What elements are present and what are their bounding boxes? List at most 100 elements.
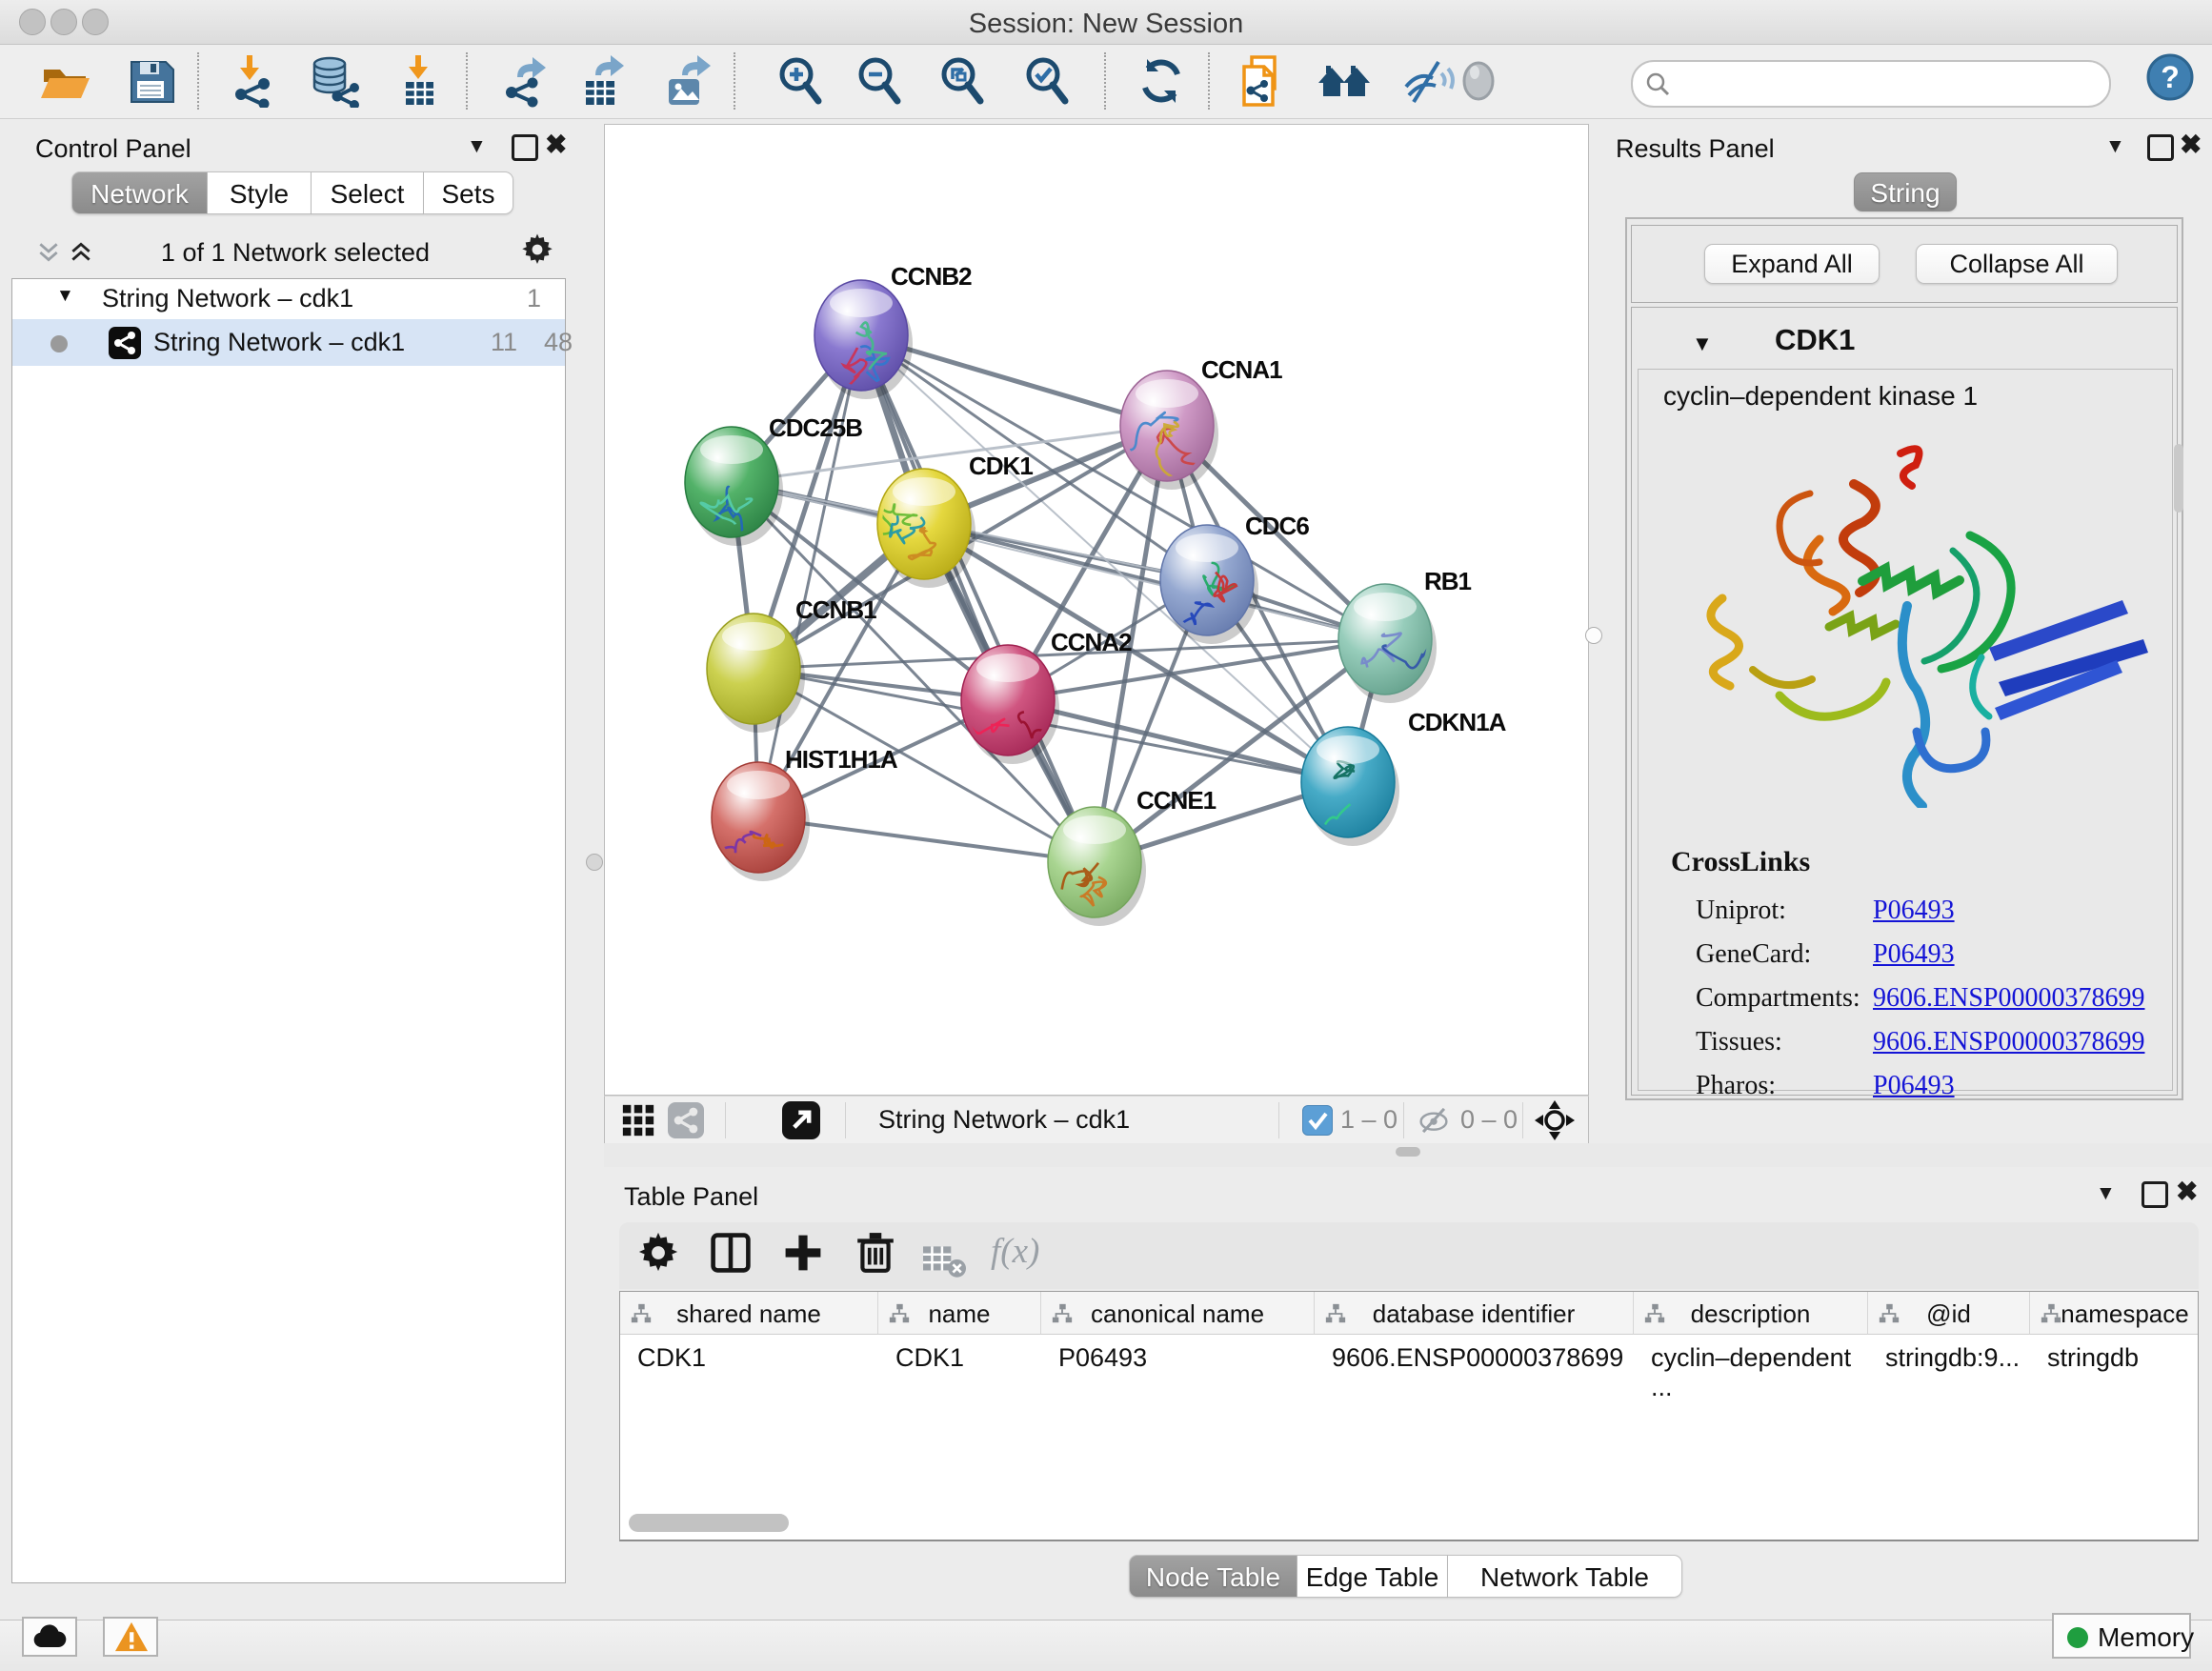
column-header-4[interactable]: database identifier	[1315, 1292, 1634, 1335]
table-cell[interactable]: stringdb	[2047, 1335, 2199, 1380]
fit-selection-crosshair-icon[interactable]	[1534, 1099, 1576, 1141]
clone-network-icon[interactable]	[1236, 54, 1289, 108]
network-graph[interactable]: CCNB2CCNA1CDC25BCDK1CDC6RB1CCNB1CCNA2CDK…	[605, 125, 1588, 1095]
tab-network-table[interactable]: Network Table	[1448, 1555, 1682, 1598]
table-cell[interactable]: P06493	[1058, 1335, 1313, 1380]
network-row-selected[interactable]: String Network – cdk1 11 48	[12, 319, 565, 366]
tab-select[interactable]: Select	[312, 171, 424, 214]
delete-table-icon	[922, 1238, 966, 1282]
zoom-selected-icon[interactable]	[1020, 54, 1074, 108]
collapse-all-button[interactable]: Collapse All	[1916, 244, 2118, 284]
column-header-7[interactable]: namespace	[2030, 1292, 2199, 1335]
splitter-handle[interactable]	[1396, 1147, 1420, 1157]
memory-button[interactable]: Memory	[2052, 1613, 2191, 1659]
expand-all-chevron-icon[interactable]	[67, 240, 95, 265]
selected-checkbox-icon[interactable]	[1302, 1105, 1333, 1136]
export-network-icon[interactable]	[498, 54, 552, 108]
status-separator	[1278, 1102, 1279, 1138]
table-cell[interactable]: 9606.ENSP00000378699	[1332, 1335, 1632, 1380]
panel-float-icon[interactable]	[2147, 134, 2174, 161]
panel-close-icon[interactable]: ✖	[2176, 1176, 2198, 1207]
tab-sets[interactable]: Sets	[424, 171, 513, 214]
panel-close-icon[interactable]: ✖	[545, 129, 567, 160]
network-list: ▼ String Network – cdk1 1 String Network…	[11, 278, 566, 1583]
status-separator	[1403, 1102, 1404, 1138]
tab-style[interactable]: Style	[208, 171, 312, 214]
left-splitter-handle[interactable]	[586, 854, 603, 871]
import-network-file-icon[interactable]	[226, 54, 279, 108]
control-panel-tabs: NetworkStyleSelectSets	[71, 171, 513, 214]
open-in-window-icon[interactable]	[782, 1101, 820, 1139]
column-header-1[interactable]: shared name	[620, 1292, 878, 1335]
network-birdseye-icon[interactable]	[668, 1102, 704, 1138]
status-separator	[845, 1102, 846, 1138]
graph-node-label: CCNE1	[1136, 786, 1217, 815]
grid-view-icon[interactable]	[622, 1104, 654, 1137]
status-bar: Memory	[0, 1620, 2212, 1671]
table-options-gear-icon[interactable]	[636, 1231, 680, 1275]
hidden-eye-slash-icon	[1417, 1104, 1451, 1137]
crosslink-url[interactable]: P06493	[1873, 1071, 1955, 1101]
export-table-icon[interactable]	[576, 54, 630, 108]
crosslink-url[interactable]: P06493	[1873, 896, 1955, 926]
import-network-database-icon[interactable]	[309, 54, 362, 108]
home-icon[interactable]	[1317, 54, 1371, 108]
control-panel-title: Control Panel	[35, 134, 191, 164]
network-options-gear-icon[interactable]	[520, 232, 554, 267]
results-buttons-box: Expand All Collapse All	[1631, 225, 2178, 303]
toolbar-separator	[466, 52, 468, 110]
tab-edge-table[interactable]: Edge Table	[1297, 1555, 1448, 1598]
column-header-5[interactable]: description	[1634, 1292, 1868, 1335]
toolbar-separator	[1104, 52, 1106, 110]
export-image-icon[interactable]	[661, 54, 714, 108]
table-cell[interactable]: CDK1	[637, 1335, 876, 1380]
tab-network[interactable]: Network	[71, 171, 208, 214]
title-bar: Session: New Session	[0, 0, 2212, 45]
table-horizontal-scrollbar[interactable]	[629, 1514, 789, 1532]
network-canvas[interactable]: CCNB2CCNA1CDC25BCDK1CDC6RB1CCNB1CCNA2CDK…	[604, 124, 1589, 1096]
collapse-section-triangle-icon[interactable]: ▼	[1692, 332, 1713, 356]
create-column-plus-icon[interactable]	[781, 1231, 825, 1275]
column-header-6[interactable]: @id	[1868, 1292, 2030, 1335]
crosslink-label: GeneCard:	[1696, 939, 1811, 970]
table-cell[interactable]: cyclin–dependent ...	[1651, 1335, 1866, 1380]
zoom-out-icon[interactable]	[853, 54, 906, 108]
open-session-icon[interactable]	[38, 54, 91, 108]
zoom-fit-icon[interactable]	[935, 54, 989, 108]
main-toolbar: ?	[0, 45, 2212, 119]
collection-expand-triangle-icon[interactable]: ▼	[56, 286, 74, 307]
network-collection-row[interactable]: ▼ String Network – cdk1 1	[12, 279, 565, 319]
column-header-3[interactable]: canonical name	[1041, 1292, 1315, 1335]
panel-float-icon[interactable]	[2142, 1181, 2168, 1208]
crosslink-url[interactable]: 9606.ENSP00000378699	[1873, 983, 2144, 1014]
help-button[interactable]: ?	[2143, 50, 2197, 104]
panel-float-icon[interactable]	[512, 134, 538, 161]
toolbar-separator	[734, 52, 735, 110]
expand-all-button[interactable]: Expand All	[1704, 244, 1880, 284]
show-columns-icon[interactable]	[709, 1231, 753, 1275]
cloud-button[interactable]	[22, 1617, 77, 1657]
panel-close-icon[interactable]: ✖	[2180, 129, 2202, 160]
apply-layout-icon[interactable]	[1135, 54, 1188, 108]
import-table-icon[interactable]	[392, 54, 445, 108]
column-header-2[interactable]: name	[878, 1292, 1041, 1335]
table-cell[interactable]: stringdb:9...	[1885, 1335, 2028, 1380]
results-scrollbar-thumb[interactable]	[2174, 444, 2183, 513]
table-cell[interactable]: CDK1	[895, 1335, 1039, 1380]
panel-menu-icon[interactable]: ▼	[2096, 1182, 2116, 1205]
collapse-all-chevron-icon[interactable]	[34, 240, 63, 265]
crosslink-url[interactable]: 9606.ENSP00000378699	[1873, 1027, 2144, 1057]
crosslink-url[interactable]: P06493	[1873, 939, 1955, 970]
tab-node-table[interactable]: Node Table	[1129, 1555, 1297, 1598]
zoom-in-icon[interactable]	[774, 54, 827, 108]
node-table[interactable]: shared nameCDK1nameCDK1canonical nameP06…	[619, 1291, 2199, 1541]
graph-edge[interactable]	[861, 335, 1095, 862]
panel-menu-icon[interactable]: ▼	[467, 135, 487, 158]
panel-menu-icon[interactable]: ▼	[2105, 135, 2125, 158]
delete-column-trash-icon[interactable]	[854, 1231, 897, 1275]
tab-string[interactable]: String	[1854, 172, 1957, 211]
save-session-icon[interactable]	[124, 54, 177, 108]
search-input[interactable]	[1680, 66, 2094, 100]
hide-panels-eye-slash-icon[interactable]	[1401, 54, 1455, 108]
warnings-button[interactable]	[103, 1617, 158, 1657]
